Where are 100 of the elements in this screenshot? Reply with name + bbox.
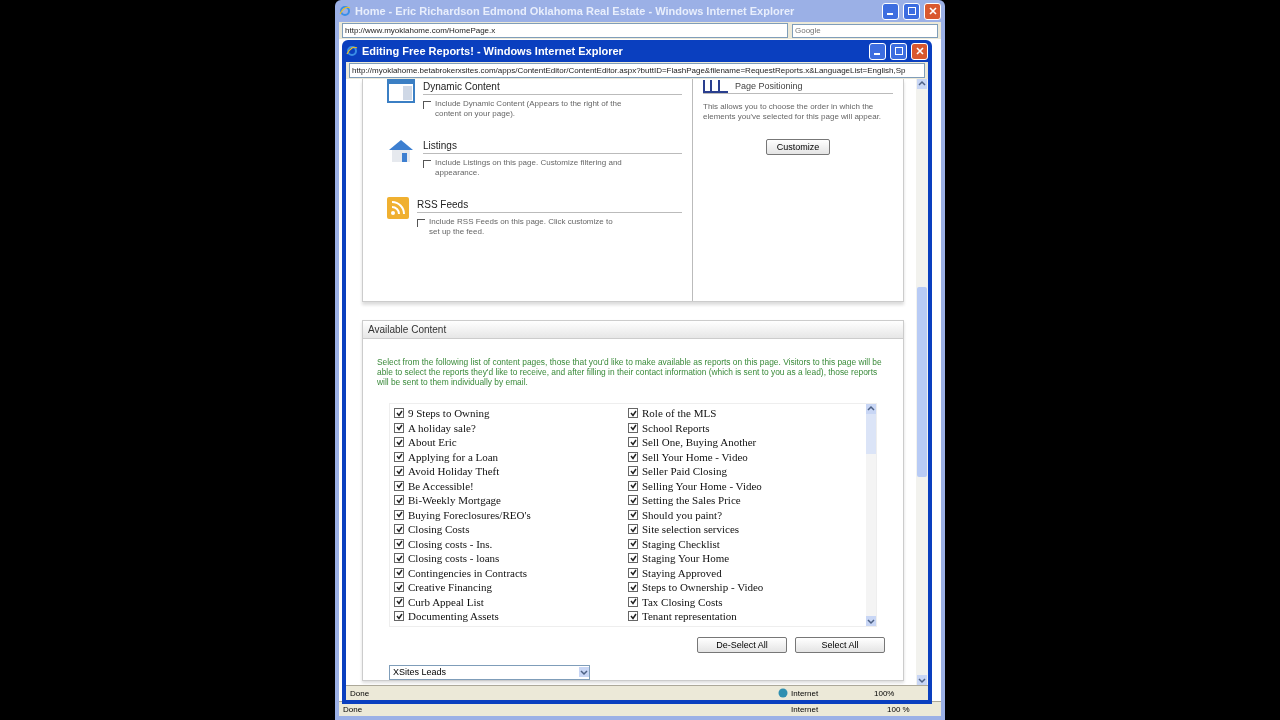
checkbox[interactable]: [423, 101, 431, 109]
report-item[interactable]: Should you paint?: [628, 507, 862, 523]
scroll-down-icon[interactable]: [866, 615, 876, 626]
report-item[interactable]: Applying for a Loan: [394, 449, 628, 465]
minimize-button[interactable]: [869, 42, 886, 60]
checkbox[interactable]: [394, 481, 404, 491]
minimize-button[interactable]: [882, 2, 899, 20]
checkbox[interactable]: [394, 510, 404, 520]
scroll-up-icon[interactable]: [917, 79, 927, 89]
checkbox[interactable]: [394, 582, 404, 593]
option-title: Listings: [423, 138, 682, 155]
report-item[interactable]: Be Accessible!: [394, 478, 628, 494]
maximize-button[interactable]: [890, 42, 907, 60]
checkbox[interactable]: [417, 219, 425, 228]
report-item[interactable]: Avoid Holiday Theft: [394, 464, 628, 479]
report-item[interactable]: Role of the MLS: [628, 406, 862, 421]
report-item[interactable]: School Reports: [628, 420, 862, 436]
deselect-all-button[interactable]: De-Select All: [697, 636, 787, 653]
checkbox[interactable]: [394, 553, 404, 564]
grid-icon: [703, 79, 729, 93]
option-description: Include RSS Feeds on this page. Click customize to set up the feed.: [429, 217, 614, 237]
report-item[interactable]: 9 Steps to Owning: [394, 406, 628, 421]
checkbox[interactable]: [628, 568, 638, 578]
report-item[interactable]: A holiday sale?: [394, 420, 628, 436]
report-item[interactable]: Closing Costs: [394, 522, 628, 537]
checkbox[interactable]: [628, 423, 638, 433]
checkbox[interactable]: [423, 160, 431, 169]
panel-header: Available Content: [363, 321, 903, 339]
status-text: Done: [343, 704, 364, 714]
checkbox[interactable]: [628, 539, 638, 549]
checkbox[interactable]: [628, 481, 638, 491]
checkbox[interactable]: [394, 495, 404, 506]
checkbox[interactable]: [628, 452, 638, 462]
checkbox[interactable]: [628, 510, 638, 520]
close-button[interactable]: [924, 2, 941, 20]
checkbox[interactable]: [394, 452, 404, 462]
zoom-level[interactable]: 100 %: [887, 704, 937, 714]
scroll-down-icon[interactable]: [579, 667, 589, 678]
address-field[interactable]: http://www.myoklahome.com/HomePage.x: [342, 23, 788, 38]
checkbox[interactable]: [628, 524, 638, 535]
checkbox[interactable]: [628, 408, 638, 419]
checkbox[interactable]: [628, 597, 638, 607]
checkbox[interactable]: [394, 437, 404, 448]
report-item[interactable]: Staging Your Home: [628, 551, 862, 566]
report-item[interactable]: Documenting Assets: [394, 609, 628, 624]
scroll-down-icon[interactable]: [917, 675, 927, 685]
report-item[interactable]: Site selection services: [628, 522, 862, 537]
report-item[interactable]: Closing costs - loans: [394, 551, 628, 566]
checkbox[interactable]: [394, 568, 404, 578]
checkbox[interactable]: [394, 524, 404, 535]
browser-icon: [346, 45, 358, 57]
window-title: Editing Free Reports! - Windows Internet Explorer: [362, 45, 624, 57]
checkbox[interactable]: [628, 437, 638, 448]
report-item[interactable]: Bi-Weekly Mortgage: [394, 493, 628, 508]
report-item[interactable]: Contingencies in Contracts: [394, 565, 628, 581]
close-icon: [915, 47, 924, 55]
report-item[interactable]: Sell Your Home - Video: [628, 449, 862, 465]
report-item[interactable]: Selling Your Home - Video: [628, 478, 862, 494]
checkbox[interactable]: [628, 466, 638, 477]
scroll-thumb[interactable]: [866, 414, 876, 455]
checkbox[interactable]: [394, 408, 404, 419]
report-item[interactable]: Creative Financing: [394, 580, 628, 595]
checkbox[interactable]: [628, 553, 638, 564]
report-item[interactable]: Buying Foreclosures/REO's: [394, 507, 628, 523]
report-item[interactable]: Tax Closing Costs: [628, 594, 862, 610]
report-item[interactable]: Sell One, Buying Another: [628, 435, 862, 450]
checkbox[interactable]: [394, 466, 404, 477]
maximize-button[interactable]: [903, 2, 920, 20]
checkbox[interactable]: [628, 582, 638, 593]
report-item[interactable]: Steps to Ownership - Video: [628, 580, 862, 595]
report-item[interactable]: Staying Approved: [628, 565, 862, 581]
checkbox[interactable]: [628, 495, 638, 506]
maximize-icon: [907, 7, 916, 15]
search-field[interactable]: Google: [792, 23, 938, 38]
report-item[interactable]: Tenant representation: [628, 609, 862, 624]
report-item[interactable]: Seller Paid Closing: [628, 464, 862, 479]
zone-label: Internet: [791, 704, 820, 714]
close-button[interactable]: [911, 42, 928, 60]
scroll-up-icon[interactable]: [866, 404, 876, 415]
zoom-level[interactable]: 100%: [874, 688, 924, 698]
report-item[interactable]: Setting the Sales Price: [628, 493, 862, 508]
instructions-text: Select from the following list of content pages, those that you'd like to make available as reports on this page. Visitors to this page will be able to select the reports they'd like to receive, and after filling in their contact information (which is sent to you as a lead), those reports will be sent to them individually by email.: [376, 356, 883, 390]
report-item[interactable]: Closing costs - Ins.: [394, 536, 628, 552]
maximize-icon: [894, 47, 903, 55]
report-item[interactable]: Curb Appeal List: [394, 594, 628, 610]
option-title: Dynamic Content: [423, 79, 682, 95]
select-all-button[interactable]: Select All: [795, 636, 885, 653]
customize-button[interactable]: Customize: [765, 139, 831, 156]
address-field[interactable]: http://myoklahome.betabrokerxsites.com/apps/ContentEditor/ContentEditor.aspx?buttID=FlashPage&filename=RequestReports.x&LanguageList=English,Sp: [349, 63, 925, 78]
checkbox[interactable]: [394, 539, 404, 549]
lead-source-dropdown[interactable]: XSites Leads: [389, 664, 590, 680]
checkbox[interactable]: [394, 611, 404, 622]
rss-feed-icon: [387, 197, 409, 220]
globe-icon: [778, 688, 788, 698]
checkbox[interactable]: [628, 611, 638, 622]
checkbox[interactable]: [394, 597, 404, 607]
report-item[interactable]: Staging Checklist: [628, 536, 862, 552]
zone-label: Internet: [778, 688, 868, 698]
report-item[interactable]: About Eric: [394, 435, 628, 450]
checkbox[interactable]: [394, 423, 404, 433]
